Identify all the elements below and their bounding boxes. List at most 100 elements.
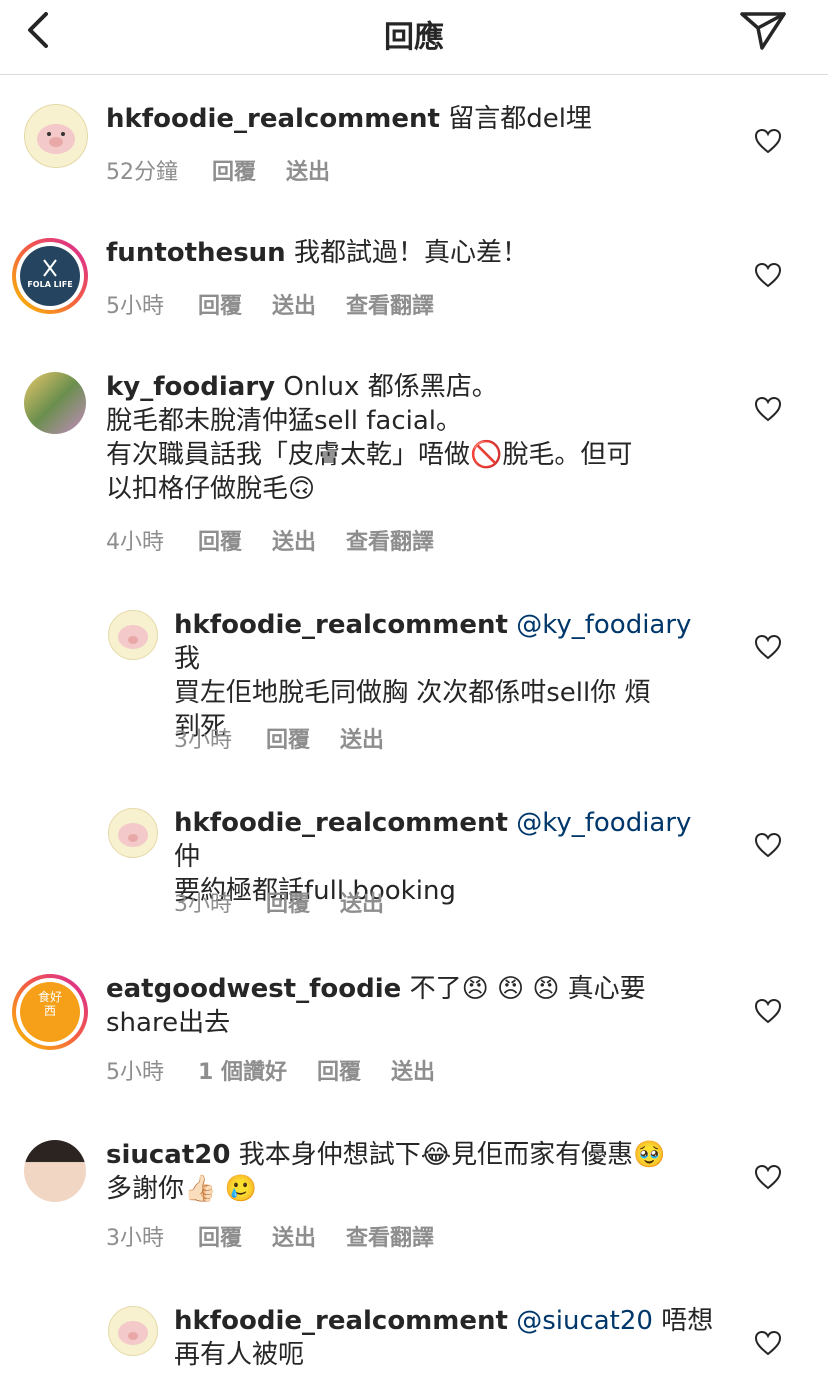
avatar[interactable] [108,808,158,858]
mention-link[interactable]: @ky_foodiary [516,610,691,640]
avatar[interactable] [24,1140,86,1202]
comment-line: 買左佢地脫毛同做胸 次次都係咁sell你 煩 [174,678,651,708]
heart-outline-icon[interactable] [754,262,782,288]
reply-item: hkfoodie_realcomment @ky_foodiary 仲 要約極都… [0,800,828,930]
comment-username[interactable]: hkfoodie_realcomment [174,808,508,838]
comment-item: FOLA LIFE funtothesun 我都試過！真心差！ 5小時 回覆 送出 查… [0,230,828,340]
pig-mascot-icon [118,1321,148,1345]
avatar: FOLA LIFE [20,246,80,306]
send-button[interactable]: 送出 [272,530,316,555]
comment-meta: 5小時 回覆 送出 查看翻譯 [106,288,464,320]
send-button[interactable]: 送出 [272,294,316,319]
share-button[interactable] [738,8,790,54]
avatar-label: FOLA LIFE [27,280,73,289]
comment-text: hkfoodie_realcomment 留言都del埋 [106,102,726,136]
reply-button[interactable]: 回覆 [266,728,310,753]
comment-text: hkfoodie_realcomment @siucat20 唔想 再有人被呃 [174,1304,714,1372]
reply-button[interactable]: 回覆 [198,1226,242,1251]
story-ring-avatar[interactable]: 食好西 [12,974,88,1050]
see-translation-button[interactable]: 查看翻譯 [346,1226,434,1251]
reply-button[interactable]: 回覆 [198,294,242,319]
page-title: 回應 [384,20,444,55]
header-bar: 回應 [0,0,828,75]
reply-button[interactable]: 回覆 [198,530,242,555]
paper-plane-icon [740,12,786,50]
comment-line: Onlux 都係黑店。 [283,372,498,402]
comment-item: siucat20 我本身仲想試下😂見佢而家有優惠🥹 多謝你👍🏻 🥲 3小時 回覆 送… [0,1132,828,1272]
comment-text: ky_foodiary Onlux 都係黑店。 脫毛都未脫清仲猛sell fac… [106,370,726,506]
comment-line: 我 [174,644,201,674]
avatar[interactable] [24,372,86,434]
comment-item: hkfoodie_realcomment 留言都del埋 52分鐘 回覆 送出 [0,96,828,206]
heart-outline-icon[interactable] [754,396,782,422]
comment-meta: 3小時 回覆 送出 [174,886,414,918]
reply-button[interactable]: 回覆 [317,1060,361,1085]
comment-meta: 5小時 1 個讚好 回覆 送出 [106,1054,465,1086]
comment-line: 脫毛都未脫清仲猛sell facial。 [106,406,463,436]
comment-line: share出去 [106,1008,231,1038]
comment-meta: 4小時 回覆 送出 查看翻譯 [106,524,464,556]
send-button[interactable]: 送出 [286,160,330,185]
story-ring-avatar[interactable]: FOLA LIFE [12,238,88,314]
avatar[interactable] [108,1306,158,1356]
comment-username[interactable]: hkfoodie_realcomment [174,1306,508,1336]
pig-mascot-icon [118,823,148,847]
reply-button[interactable]: 回覆 [212,160,256,185]
comment-text: funtothesun 我都試過！真心差！ [106,236,726,270]
comment-time: 52分鐘 [106,160,178,185]
comment-line: 以扣格仔做脫毛🙃 [106,474,316,504]
heart-outline-icon[interactable] [754,832,782,858]
comment-body: 我都試過！真心差！ [293,238,528,268]
comment-meta: 3小時 回覆 送出 [174,722,414,754]
comment-line: 我本身仲想試下😂見佢而家有優惠🥹 [238,1140,666,1170]
comment-username[interactable]: siucat20 [106,1140,230,1170]
comment-username[interactable]: eatgoodwest_foodie [106,974,401,1004]
comment-time: 3小時 [106,1226,164,1251]
comment-meta: 3小時 回覆 送出 查看翻譯 [106,1220,464,1252]
comment-username[interactable]: funtothesun [106,238,286,268]
reply-item: hkfoodie_realcomment @ky_foodiary 我 買左佢地… [0,602,828,762]
send-button[interactable]: 送出 [340,728,384,753]
comment-time: 4小時 [106,530,164,555]
fork-knife-icon [43,259,57,277]
mention-link[interactable]: @siucat20 [516,1306,653,1336]
pig-mascot-icon [37,124,75,154]
avatar[interactable] [108,610,158,660]
heart-outline-icon[interactable] [754,1330,782,1356]
see-translation-button[interactable]: 查看翻譯 [346,294,434,319]
mention-link[interactable]: @ky_foodiary [516,808,691,838]
avatar: 食好西 [20,982,80,1042]
likes-count[interactable]: 1 個讚好 [198,1060,287,1085]
pig-mascot-icon [118,625,148,649]
comment-username[interactable]: hkfoodie_realcomment [174,610,508,640]
send-button[interactable]: 送出 [340,892,384,917]
comment-line: 仲 [174,842,201,872]
comment-line: 多謝你👍🏻 🥲 [106,1174,258,1204]
comment-username[interactable]: ky_foodiary [106,372,275,402]
see-translation-button[interactable]: 查看翻譯 [346,530,434,555]
send-button[interactable]: 送出 [391,1060,435,1085]
comment-meta: 52分鐘 回覆 送出 [106,154,360,186]
reply-item: hkfoodie_realcomment @siucat20 唔想 再有人被呃 [0,1298,828,1390]
comment-text: eatgoodwest_foodie 不了😠 😠 😠 真心要 share出去 [106,972,726,1040]
comment-time: 5小時 [106,1060,164,1085]
comment-time: 3小時 [174,728,232,753]
comment-item: ky_foodiary Onlux 都係黑店。 脫毛都未脫清仲猛sell fac… [0,364,828,564]
avatar-label: 食好西 [38,990,63,1018]
comment-time: 5小時 [106,294,164,319]
comment-time: 3小時 [174,892,232,917]
comment-text: siucat20 我本身仲想試下😂見佢而家有優惠🥹 多謝你👍🏻 🥲 [106,1138,746,1206]
comment-line: 再有人被呃 [174,1340,305,1370]
reply-button[interactable]: 回覆 [266,892,310,917]
send-button[interactable]: 送出 [272,1226,316,1251]
comment-item: 食好西 eatgoodwest_foodie 不了😠 😠 😠 真心要 share… [0,966,828,1106]
comment-line: 有次職員話我「皮膚太乾」唔做🚫脫毛。但可 [106,440,633,470]
comment-line: 不了😠 😠 😠 真心要 [409,974,646,1004]
heart-outline-icon[interactable] [754,634,782,660]
heart-outline-icon[interactable] [754,1164,782,1190]
avatar[interactable] [24,104,88,168]
heart-outline-icon[interactable] [754,998,782,1024]
comment-username[interactable]: hkfoodie_realcomment [106,104,440,134]
comment-line: 唔想 [661,1306,714,1336]
heart-outline-icon[interactable] [754,128,782,154]
